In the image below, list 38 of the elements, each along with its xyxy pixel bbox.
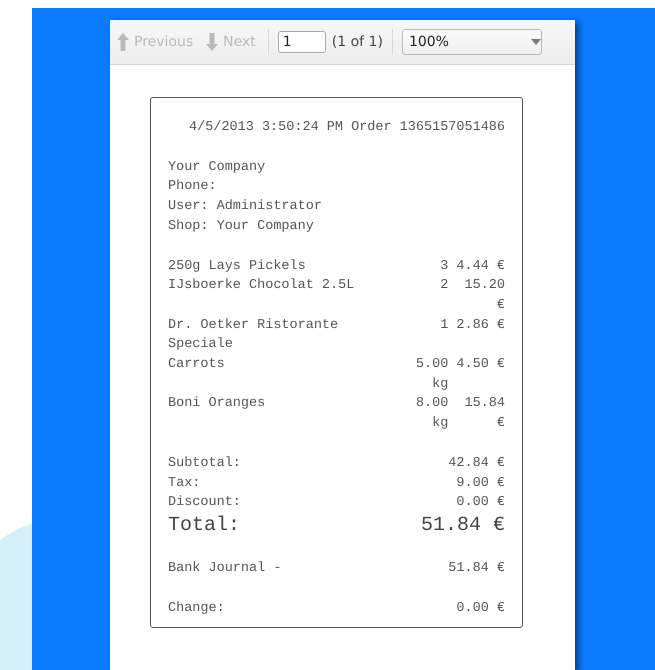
caret-icon [530, 39, 541, 45]
total-value: 0.00 € [456, 494, 505, 512]
total-label: Total: [168, 512, 240, 539]
item-name: 250g Lays Pickels [168, 258, 307, 276]
zoom-select[interactable]: 100% [402, 29, 542, 55]
item-price: 4.44 € [456, 258, 505, 276]
item-quantity: 8.00 kg [416, 395, 448, 434]
total-label: Discount: [168, 494, 241, 512]
info-line: User: Administrator [168, 198, 323, 216]
info-line: Your Company [168, 158, 266, 177]
item-name: IJsboerke Chocolat 2.5L [168, 277, 356, 296]
item-quantity: 1 [439, 316, 448, 335]
total-value: 0.00 € [456, 600, 505, 618]
total-label: Tax: [168, 474, 200, 493]
total-value: 42.84 € [448, 454, 505, 473]
item-price: 15.84 € [463, 395, 505, 434]
item-quantity: 3 [439, 258, 448, 276]
item-price: 2.86 € [456, 316, 505, 335]
page-count: (1 of 1) [332, 34, 383, 50]
item-name: Dr. Oetker Ristorante Speciale [168, 316, 340, 354]
total-label: Change: [168, 600, 225, 618]
total-label: Bank Journal - [168, 560, 282, 578]
info-line: Shop: Your Company [168, 218, 315, 236]
item-quantity: 5.00 kg [416, 356, 448, 394]
total-value: 51.84 € [420, 512, 505, 539]
info-line: Phone: [168, 178, 218, 196]
total-label: Subtotal: [168, 454, 241, 473]
arrow-up-icon [116, 32, 130, 52]
item-name: Boni Oranges [168, 395, 266, 414]
arrow-down-icon [205, 32, 220, 52]
item-price: 15.20 € [463, 277, 505, 315]
total-value: 51.84 € [448, 560, 505, 578]
item-quantity: 2 [439, 277, 448, 296]
receipt-header: 4/5/2013 3:50:24 PM Order 1365157051486 [188, 119, 505, 137]
item-name: Carrots [168, 356, 226, 374]
item-price: 4.50 € [456, 356, 505, 374]
page-number-field[interactable]: 1 [278, 31, 326, 53]
total-value: 9.00 € [456, 474, 505, 493]
